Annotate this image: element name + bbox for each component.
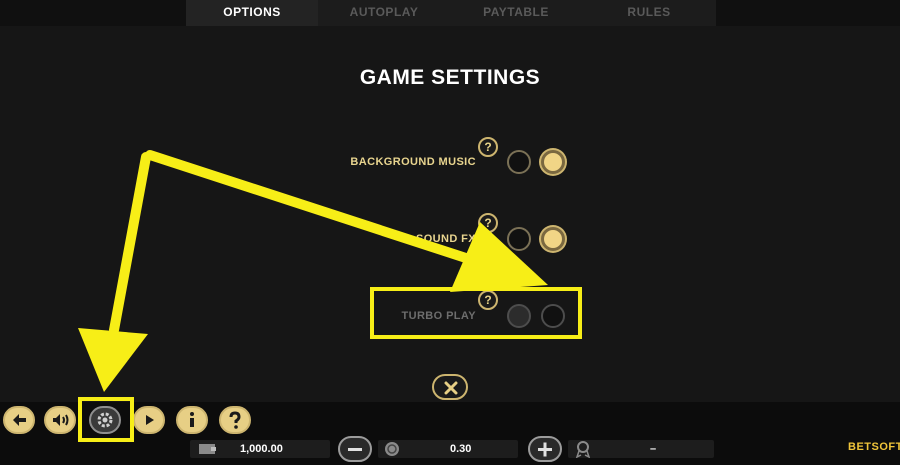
arrow-to-settings-button xyxy=(78,152,151,392)
annotation-arrows xyxy=(78,150,548,392)
arrow-to-turbo-play xyxy=(145,150,548,292)
